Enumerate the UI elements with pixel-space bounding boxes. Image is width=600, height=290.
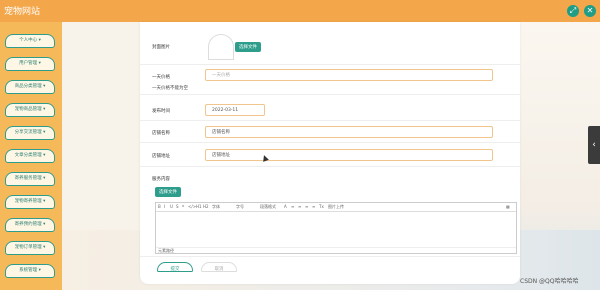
- font-color-button[interactable]: A: [284, 203, 287, 211]
- quote-button[interactable]: ❝: [182, 203, 184, 211]
- side-collapse-tab[interactable]: ‹: [588, 126, 600, 164]
- publish-time-input[interactable]: 2022-03-11: [205, 104, 265, 116]
- one-day-price-label: 一天价格: [152, 75, 170, 80]
- edit-form-panel: 封面图片 选择文件 一天价格 一天价格 一天价格不能为空 发布时间 2022-0…: [140, 22, 520, 284]
- store-address-input[interactable]: 店铺地址: [205, 149, 493, 161]
- submit-button[interactable]: 提交: [157, 262, 193, 272]
- sidebar-item-personal-center[interactable]: 个人中心 ▾: [5, 34, 55, 48]
- store-address-label: 店铺地址: [152, 154, 170, 159]
- upload-cover-button[interactable]: 选择文件: [235, 42, 261, 52]
- one-day-price-input[interactable]: 一天价格: [205, 69, 493, 81]
- close-icon[interactable]: ✕: [584, 5, 596, 17]
- table-icon[interactable]: ▦: [506, 203, 510, 211]
- divider: [140, 120, 520, 121]
- rich-text-editor[interactable]: B I U S ❝ </> H1 H2 字体 字号 段落格式 A ≡ ≡ ≡ ≡…: [155, 202, 517, 254]
- app-title: 宠物网站: [4, 7, 41, 17]
- expand-icon[interactable]: ⤢: [567, 5, 579, 17]
- sidebar-item-boarding-booking[interactable]: 寄养预约管理 ▾: [5, 218, 55, 232]
- font-family-select[interactable]: 字体: [212, 203, 220, 211]
- underline-button[interactable]: U: [170, 203, 173, 211]
- strikethrough-button[interactable]: S: [176, 203, 179, 211]
- align-left-button[interactable]: ≡: [291, 203, 294, 211]
- publish-time-label: 发布时间: [152, 109, 170, 114]
- sidebar-item-article-category[interactable]: 文章分类管理 ▾: [5, 149, 55, 163]
- sidebar-item-pet-products[interactable]: 宠物商品管理 ▾: [5, 103, 55, 117]
- align-justify-button[interactable]: ≡: [312, 203, 315, 211]
- bold-button[interactable]: B: [158, 203, 161, 211]
- upload-service-button[interactable]: 选择文件: [155, 187, 181, 197]
- image-upload-button[interactable]: 图片上传: [328, 203, 344, 211]
- italic-button[interactable]: I: [164, 203, 165, 211]
- sidebar-item-user-management[interactable]: 用户管理 ▾: [5, 57, 55, 71]
- sidebar-item-system-management[interactable]: 系统管理 ▾: [5, 264, 55, 278]
- sidebar-item-share-exchange[interactable]: 分享交流管理 ▾: [5, 126, 55, 140]
- sidebar-item-boarding-service[interactable]: 寄养服务管理 ▾: [5, 172, 55, 186]
- top-bar: 宠物网站 ⤢ ✕: [0, 0, 600, 22]
- cancel-button[interactable]: 取消: [201, 262, 237, 272]
- heading1-button[interactable]: H1: [196, 203, 202, 211]
- cover-image-preview: [208, 34, 234, 60]
- heading2-button[interactable]: H2: [203, 203, 209, 211]
- store-name-label: 店铺名称: [152, 131, 170, 136]
- clear-format-button[interactable]: Tx: [319, 203, 324, 211]
- divider: [140, 94, 520, 95]
- divider: [140, 166, 520, 167]
- paragraph-format-select[interactable]: 段落格式: [260, 203, 276, 211]
- sidebar: 个人中心 ▾ 用户管理 ▾ 商品分类管理 ▾ 宠物商品管理 ▾ 分享交流管理 ▾…: [0, 22, 62, 290]
- divider: [140, 256, 520, 257]
- divider: [140, 64, 520, 65]
- divider: [140, 142, 520, 143]
- sidebar-item-pet-orders[interactable]: 宠物订单管理 ▾: [5, 241, 55, 255]
- price-required-note: 一天价格不能为空: [152, 86, 188, 91]
- editor-element-path: 元素路径: [156, 247, 516, 253]
- font-size-select[interactable]: 字号: [236, 203, 244, 211]
- align-right-button[interactable]: ≡: [305, 203, 308, 211]
- align-center-button[interactable]: ≡: [298, 203, 301, 211]
- sidebar-item-product-category[interactable]: 商品分类管理 ▾: [5, 80, 55, 94]
- cover-image-label: 封面图片: [152, 45, 170, 50]
- store-name-input[interactable]: 店铺名称: [205, 126, 493, 138]
- watermark: CSDN @QQ哈哈哈哈: [520, 278, 579, 285]
- service-content-label: 服务内容: [152, 177, 170, 182]
- code-button[interactable]: </>: [188, 203, 196, 211]
- editor-toolbar: B I U S ❝ </> H1 H2 字体 字号 段落格式 A ≡ ≡ ≡ ≡…: [156, 203, 516, 212]
- sidebar-item-pet-boarding[interactable]: 宠物寄养管理 ▾: [5, 195, 55, 209]
